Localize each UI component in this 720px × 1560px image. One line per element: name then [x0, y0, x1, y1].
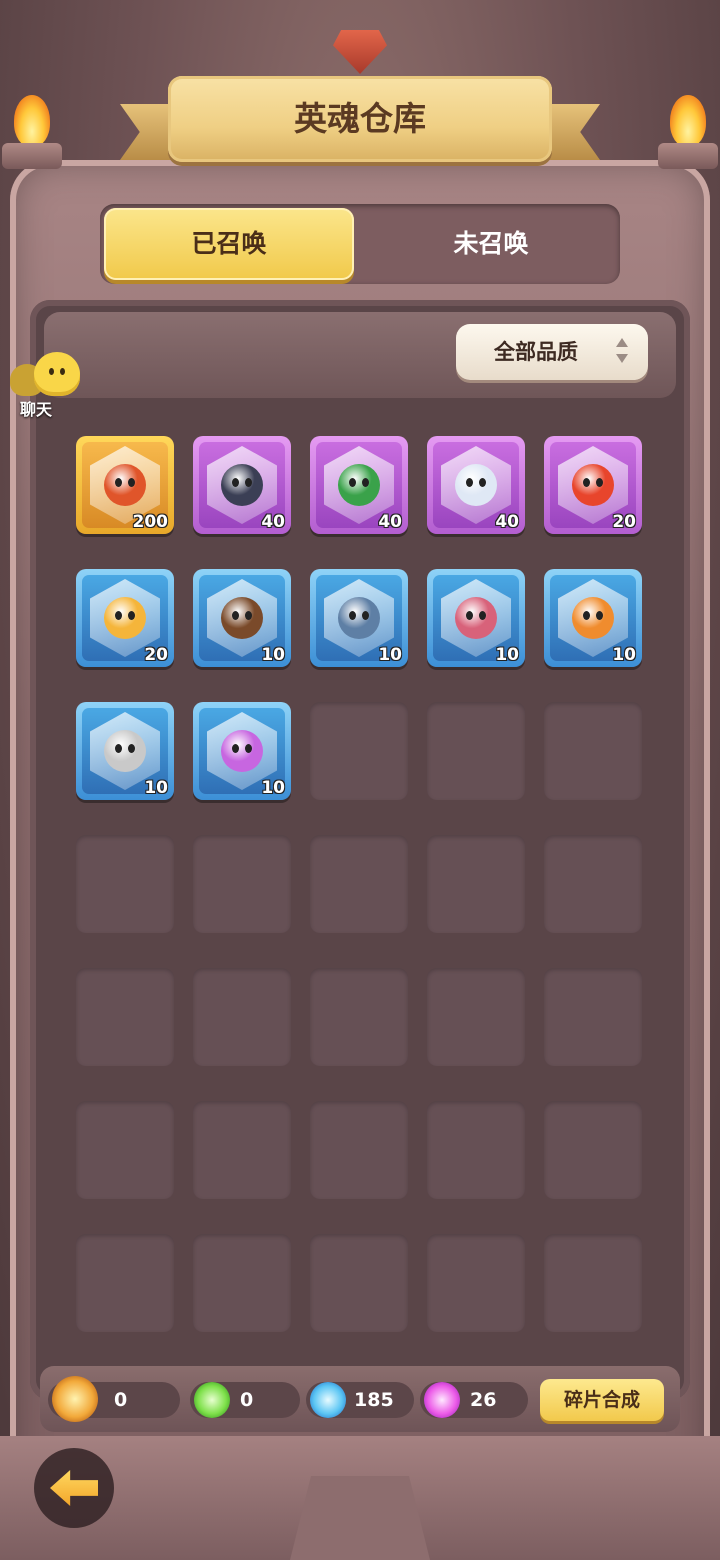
empty-slot [544, 835, 642, 933]
hero-portrait-icon [455, 597, 497, 639]
green-fragment-icon [194, 1382, 230, 1418]
empty-slot [310, 702, 408, 800]
torch-bowl [658, 143, 718, 169]
empty-slot [76, 1234, 174, 1332]
hero-portrait-icon [455, 464, 497, 506]
hero-slot[interactable]: 10 [76, 702, 174, 800]
empty-slot [193, 1101, 291, 1199]
empty-slot [427, 1234, 525, 1332]
flame-icon [670, 95, 706, 147]
hero-shard-count: 10 [261, 645, 285, 665]
back-button[interactable] [34, 1448, 114, 1528]
gem-ornament [333, 30, 387, 74]
title-banner: 英魂仓库 [120, 70, 600, 180]
blue-fragment-icon [310, 1382, 346, 1418]
hero-portrait-icon [104, 464, 146, 506]
hero-slot[interactable]: 10 [427, 569, 525, 667]
chat-label: 聊天 [20, 400, 53, 419]
hero-slot[interactable]: 10 [544, 569, 642, 667]
hero-portrait-icon [104, 730, 146, 772]
tab-summoned[interactable]: 已召唤 [104, 208, 354, 280]
hero-shard-count: 40 [378, 512, 402, 532]
hero-portrait-icon [221, 464, 263, 506]
hero-portrait-icon [338, 464, 380, 506]
tab-unsummoned[interactable]: 未召唤 [366, 208, 616, 280]
torch-left [2, 95, 62, 175]
empty-slot [544, 1101, 642, 1199]
hero-shard-count: 10 [261, 778, 285, 798]
hero-portrait-icon [572, 464, 614, 506]
empty-slot [427, 702, 525, 800]
flame-icon [14, 95, 50, 147]
hero-slot[interactable]: 20 [544, 436, 642, 534]
empty-slot [193, 968, 291, 1066]
purple-fragment-icon [424, 1382, 460, 1418]
hero-slot[interactable]: 10 [193, 569, 291, 667]
gold-fragment-icon [52, 1376, 98, 1422]
empty-slot [76, 835, 174, 933]
purple-fragment-value: 26 [470, 1389, 497, 1411]
green-fragment-value: 0 [240, 1389, 254, 1411]
fragment-compose-button[interactable]: 碎片合成 [540, 1379, 664, 1421]
empty-slot [427, 835, 525, 933]
hero-shard-count: 10 [378, 645, 402, 665]
hero-shard-count: 20 [144, 645, 168, 665]
hero-shard-count: 40 [495, 512, 519, 532]
hero-shard-count: 40 [261, 512, 285, 532]
hero-slot[interactable]: 20 [76, 569, 174, 667]
hero-slot[interactable]: 40 [193, 436, 291, 534]
empty-slot [310, 1101, 408, 1199]
empty-slot [76, 968, 174, 1066]
hero-slot[interactable]: 10 [193, 702, 291, 800]
torch-right [658, 95, 718, 175]
chat-button[interactable]: 聊天 [6, 352, 86, 419]
empty-slot [193, 835, 291, 933]
empty-slot [544, 968, 642, 1066]
hero-portrait-icon [572, 597, 614, 639]
empty-slot [544, 1234, 642, 1332]
blue-fragment-value: 185 [354, 1389, 394, 1411]
back-arrow-icon [50, 1470, 98, 1506]
empty-slot [76, 1101, 174, 1199]
hero-portrait-icon [104, 597, 146, 639]
tab-bar: 已召唤 未召唤 [100, 204, 620, 284]
hero-slot[interactable]: 40 [427, 436, 525, 534]
chat-face-icon [34, 352, 80, 396]
empty-slot [310, 968, 408, 1066]
quality-filter-label: 全部品质 [494, 340, 578, 364]
hero-shard-count: 200 [132, 512, 169, 532]
hero-portrait-icon [221, 730, 263, 772]
hero-slot[interactable]: 40 [310, 436, 408, 534]
empty-slot [427, 968, 525, 1066]
hero-shard-count: 10 [144, 778, 168, 798]
hero-slot[interactable]: 200 [76, 436, 174, 534]
hero-shard-count: 10 [612, 645, 636, 665]
quality-filter-select[interactable]: 全部品质 [456, 324, 648, 380]
gold-fragment-value: 0 [114, 1389, 128, 1411]
empty-slot [310, 835, 408, 933]
empty-slot [544, 702, 642, 800]
sort-arrows-icon [616, 338, 628, 366]
empty-slot [310, 1234, 408, 1332]
torch-bowl [2, 143, 62, 169]
hero-slot[interactable]: 10 [310, 569, 408, 667]
hero-shard-count: 10 [495, 645, 519, 665]
floor-emblem [290, 1476, 430, 1560]
hero-portrait-icon [338, 597, 380, 639]
hero-shard-count: 20 [612, 512, 636, 532]
page-title: 英魂仓库 [294, 99, 426, 138]
hero-portrait-icon [221, 597, 263, 639]
empty-slot [427, 1101, 525, 1199]
empty-slot [193, 1234, 291, 1332]
